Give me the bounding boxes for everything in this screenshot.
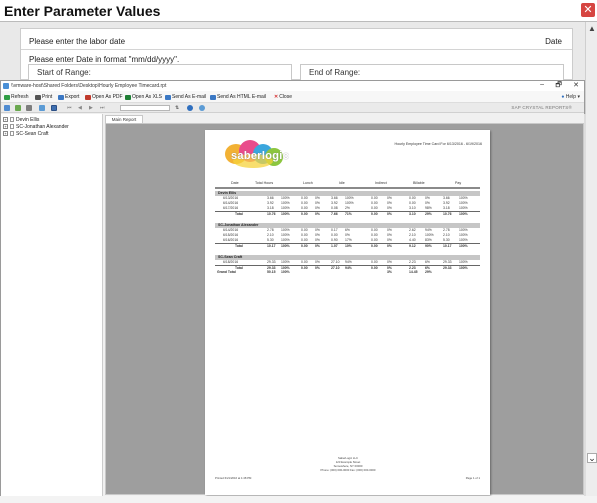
end-range-group[interactable]: End of Range: [300, 64, 564, 80]
xls-icon [125, 94, 131, 100]
document-icon [10, 117, 14, 123]
company-logo: saberlogic [223, 138, 289, 171]
help-icon: ● [561, 94, 565, 100]
total-row: Total 10.17 100% 0.00 0% 1.07 10% 0.00 0% 9.12 90%… [215, 243, 480, 248]
header-rule [215, 187, 480, 189]
scroll-down-icon[interactable]: ⌄ [587, 453, 597, 463]
start-range-group[interactable]: Start of Range: [28, 64, 292, 80]
start-range-label: Start of Range: [37, 68, 91, 77]
email-icon [165, 94, 171, 100]
report-viewer-window: \\vmware-host\Shared Folders\Desktop\Hou… [0, 80, 586, 503]
parameter-name: Date [545, 37, 562, 46]
copy-icon[interactable] [26, 105, 32, 111]
export-button[interactable]: Export [58, 94, 79, 100]
total-row: Total 10.76 100% 0.00 0% 7.66 71% 0.00 0% 3.10 29%… [215, 211, 480, 216]
send-email-button[interactable]: Send As E-mail [165, 94, 206, 100]
dialog-scrollbar[interactable]: ▲ ⌄ [585, 22, 597, 503]
group-tree: + Devin Ellis + SC-Jonathan Alexander + SC-… [1, 114, 103, 497]
expand-icon[interactable]: + [3, 131, 8, 137]
main-toolbar: Refresh Print Export Open As PDF Open As… [1, 91, 584, 103]
minimize-icon[interactable]: – [540, 81, 544, 88]
prev-page-icon[interactable]: ◀ [78, 105, 84, 111]
page-indicator: Page 1 of 1 [465, 476, 480, 480]
parameter-prompt: Please enter the labor date [29, 37, 126, 46]
print-button[interactable]: Print [35, 94, 52, 100]
open-xls-button[interactable]: Open As XLS [125, 94, 162, 100]
html-email-icon [210, 94, 216, 100]
close-icon: ✕ [274, 94, 279, 101]
window-close-icon[interactable]: ✕ [573, 81, 579, 89]
scroll-up-icon[interactable]: ▲ [588, 24, 596, 33]
tree-item-sean-craft[interactable]: + SC-Sean Craft [3, 131, 49, 137]
report-canvas[interactable]: saberlogic Hourly Employee Time Card For… [105, 123, 584, 495]
tree-item-devin-ellis[interactable]: + Devin Ellis [3, 117, 39, 123]
group-tree-icon[interactable] [51, 105, 57, 111]
pdf-icon [85, 94, 91, 100]
help-menu[interactable]: ● Help ▾ [561, 94, 580, 100]
app-icon [3, 83, 9, 89]
toggle-tree-icon[interactable] [39, 105, 45, 111]
tab-main-report[interactable]: Main Report [105, 115, 143, 123]
logo-text: saberlogic [231, 150, 290, 162]
navigation-toolbar: ⏮ ◀ ▶ ⏭ ⇅ SAP CRYSTAL REPORTS® [1, 103, 584, 113]
refresh-icon [4, 94, 10, 100]
goto-page-icon[interactable]: ⇅ [175, 105, 181, 111]
format-hint: Please enter Date in format "mm/dd/yyyy"… [29, 55, 180, 64]
dialog-close-icon[interactable]: ✕ [581, 3, 595, 17]
document-icon [10, 131, 14, 137]
export-report-icon[interactable] [4, 105, 10, 111]
col-total-hours: Total Hours [255, 181, 274, 185]
col-pay: Pay [455, 181, 462, 185]
section-sean-craft: SC-Sean Craft 6/18/2016 29.33 100% 0.00 0% 27… [215, 255, 480, 275]
export-icon [58, 94, 64, 100]
column-headers: Date Total Hours Lunch Idle Indirect Bil… [215, 180, 480, 186]
section-devin-ellis: Devin Ellis 6/13/2016 3.66 100% 0.00 0% 3.66 1… [215, 191, 480, 216]
dialog-title-bar: Enter Parameter Values ✕ [0, 0, 597, 22]
print-report-icon[interactable] [15, 105, 21, 111]
refresh-button[interactable]: Refresh [4, 94, 29, 100]
report-page: saberlogic Hourly Employee Time Card For… [205, 130, 490, 495]
report-tabs: Main Report [103, 114, 584, 123]
viewer-path: \\vmware-host\Shared Folders\Desktop\Hou… [11, 83, 167, 89]
expand-icon[interactable]: + [3, 124, 8, 130]
screen: Enter Parameter Values ✕ ▲ ⌄ Please ente… [0, 0, 597, 503]
section-jonathan-alexander: SC-Jonathan Alexander 6/14/2016 2.78 100% 0… [215, 223, 480, 248]
col-lunch: Lunch [303, 181, 313, 185]
print-icon [35, 94, 41, 100]
viewer-title-bar: \\vmware-host\Shared Folders\Desktop\Hou… [1, 81, 584, 91]
page-number-input[interactable] [120, 105, 170, 111]
end-range-label: End of Range: [309, 68, 361, 77]
col-date: Date [231, 181, 239, 185]
company-address: SaberLogic LLC 123 Example Street Somewh… [320, 456, 376, 472]
printed-timestamp: Printed 6/21/2016 at 1:48 PM [215, 476, 252, 480]
divider [21, 49, 572, 50]
dialog-title: Enter Parameter Values [4, 3, 161, 19]
col-billable: Billable [413, 181, 425, 185]
expand-icon[interactable]: + [3, 117, 8, 123]
zoom-icon[interactable] [199, 105, 205, 111]
find-icon[interactable] [187, 105, 193, 111]
send-html-email-button[interactable]: Send As HTML E-mail [210, 94, 266, 100]
tree-item-jonathan-alexander[interactable]: + SC-Jonathan Alexander [3, 124, 69, 130]
grand-total-row: Grand Total 50.15 100% 3% 14.45 29% [217, 270, 432, 274]
viewer-scrollbar[interactable] [584, 114, 586, 497]
col-idle: Idle [339, 181, 345, 185]
next-page-icon[interactable]: ▶ [89, 105, 95, 111]
close-button[interactable]: ✕Close [274, 94, 292, 100]
open-pdf-button[interactable]: Open As PDF [85, 94, 123, 100]
report-title: Hourly Employee Time Card For 6/13/2016 … [394, 142, 483, 146]
document-icon [10, 124, 14, 130]
status-strip [0, 496, 597, 503]
sap-brand: SAP CRYSTAL REPORTS® [511, 105, 572, 110]
first-page-icon[interactable]: ⏮ [67, 105, 73, 111]
last-page-icon[interactable]: ⏭ [100, 105, 106, 111]
col-indirect: Indirect [375, 181, 387, 185]
